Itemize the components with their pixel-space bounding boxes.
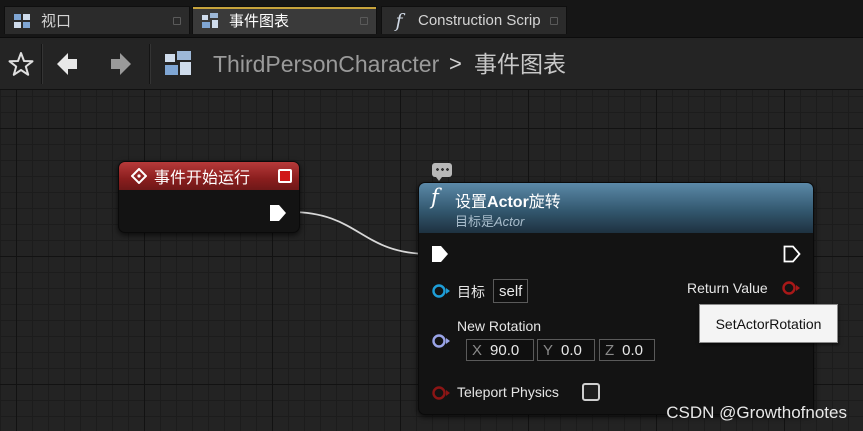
- watermark-text: CSDN @Growthofnotes: [666, 403, 847, 422]
- function-node-header: f 设置Actor旋转 目标是Actor: [419, 183, 813, 233]
- event-diamond-icon: [131, 168, 147, 184]
- event-node-header: 事件开始运行: [119, 162, 299, 190]
- target-object-pin[interactable]: [431, 283, 451, 299]
- new-rotation-label: New Rotation: [457, 318, 542, 334]
- teleport-physics-label: Teleport Physics: [457, 384, 559, 400]
- return-value-pin[interactable]: [781, 280, 801, 296]
- exec-input-pin[interactable]: [431, 245, 449, 263]
- teleport-physics-checkbox[interactable]: [582, 383, 600, 401]
- target-value-box[interactable]: self: [493, 279, 529, 303]
- return-value-label: Return Value: [687, 280, 768, 296]
- new-rotation-pin[interactable]: [431, 333, 451, 349]
- set-actor-rotation-node[interactable]: f 设置Actor旋转 目标是Actor 目标 self Return Valu…: [418, 182, 814, 415]
- rotation-z-field[interactable]: Z 0.0: [599, 339, 655, 361]
- exec-output-pin[interactable]: [783, 245, 801, 263]
- function-tooltip: SetActorRotation: [699, 304, 838, 343]
- function-node-subtitle: 目标是Actor: [455, 214, 525, 229]
- function-f-icon: f: [431, 185, 439, 209]
- teleport-physics-pin[interactable]: [431, 385, 451, 401]
- target-pin-label: 目标: [457, 284, 485, 300]
- delegate-pin[interactable]: [278, 169, 292, 183]
- function-node-title: 设置Actor旋转: [455, 194, 561, 211]
- event-node-title: 事件开始运行: [154, 170, 251, 187]
- exec-output-pin[interactable]: [269, 204, 287, 222]
- rotation-y-field[interactable]: Y 0.0: [537, 339, 595, 361]
- rotation-x-field[interactable]: X 90.0: [466, 339, 534, 361]
- comment-bubble-icon[interactable]: [432, 163, 452, 181]
- event-begin-play-node[interactable]: 事件开始运行: [118, 161, 300, 233]
